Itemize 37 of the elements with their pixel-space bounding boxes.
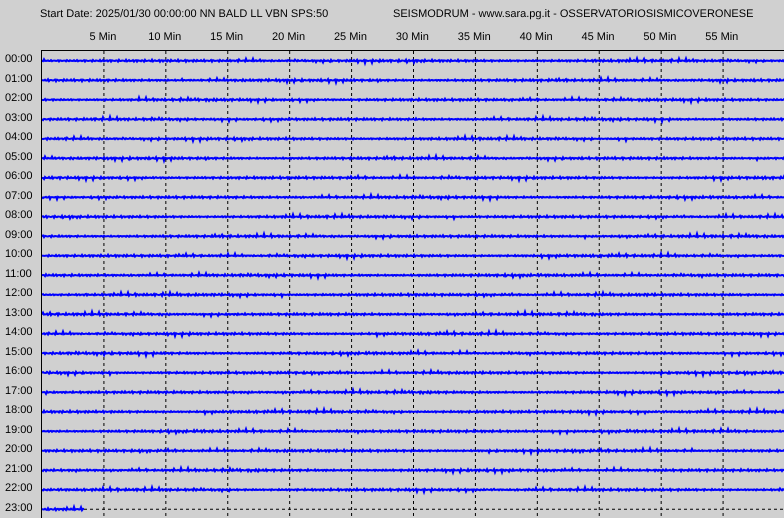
minute-label: 55 Min [705, 30, 738, 42]
minute-label: 20 Min [272, 30, 306, 42]
hour-label: 01:00 [5, 74, 33, 85]
hour-label: 11:00 [5, 268, 32, 280]
hour-label: 13:00 [5, 308, 33, 319]
minute-label: 35 Min [458, 30, 491, 42]
hour-label: 05:00 [5, 152, 33, 163]
hour-label: 16:00 [5, 366, 33, 378]
hour-label: 03:00 [5, 112, 33, 124]
hour-label: 00:00 [5, 54, 33, 66]
hour-label: 20:00 [5, 444, 33, 456]
hour-label: 12:00 [5, 288, 33, 300]
minute-label: 25 Min [334, 30, 367, 42]
hour-label: 02:00 [5, 93, 33, 104]
minute-label: 45 Min [582, 30, 615, 42]
hour-label: 08:00 [5, 210, 33, 222]
hour-label: 18:00 [5, 405, 33, 416]
hour-label: 15:00 [5, 346, 33, 358]
hour-label: 23:00 [5, 502, 33, 514]
minute-label: 40 Min [520, 30, 553, 42]
hour-label: 09:00 [5, 230, 33, 241]
minute-label: 50 Min [643, 30, 676, 42]
hour-label: 04:00 [5, 132, 33, 144]
hour-label: 17:00 [5, 386, 33, 397]
minute-label: 10 Min [148, 30, 182, 42]
hour-label: 19:00 [5, 424, 33, 436]
station-title: SEISMODRUM - www.sara.pg.it - OSSERVATORIOSISMICOVERONESE [393, 9, 754, 22]
hour-label: 21:00 [5, 464, 33, 475]
chart-title: Start Date: 2025/01/30 00:00:00 NN BALD LL VBN SPS:50 [40, 9, 330, 22]
hour-label: 07:00 [5, 190, 33, 202]
minute-label: 5 Min [89, 30, 116, 42]
minute-label: 30 Min [396, 30, 429, 42]
hour-label: 22:00 [5, 483, 33, 494]
hour-label: 06:00 [5, 171, 33, 182]
hour-label: 14:00 [5, 327, 33, 338]
minute-label: 15 Min [210, 30, 244, 42]
hour-label: 10:00 [5, 249, 33, 260]
